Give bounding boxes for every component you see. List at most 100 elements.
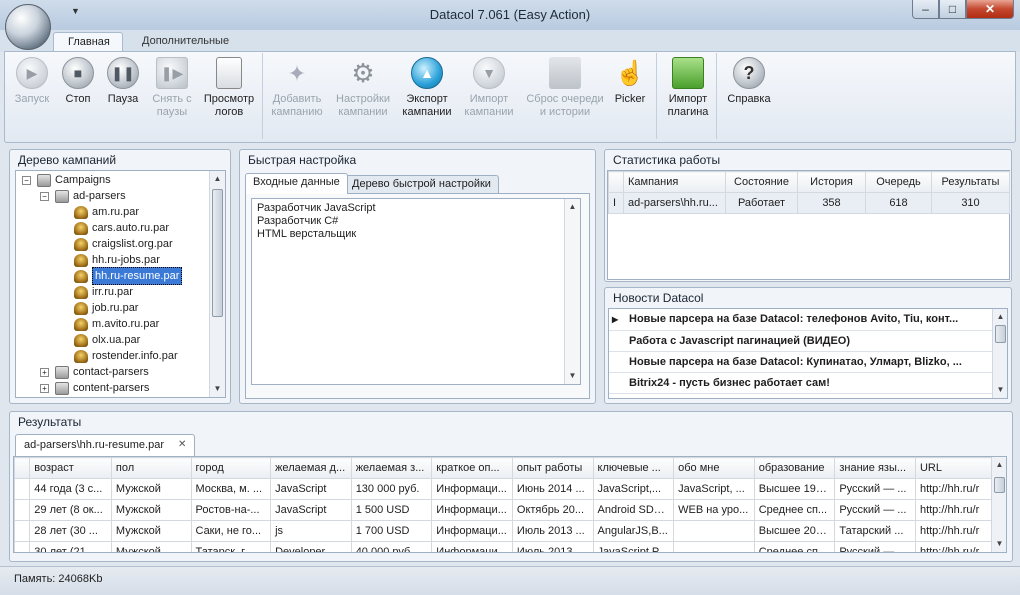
close-button[interactable]: ✕: [966, 0, 1014, 19]
parser-icon: [74, 269, 88, 283]
table-row[interactable]: 28 лет (30 ... Мужской Саки, не го... js 1 7…: [14, 520, 1006, 542]
col-header[interactable]: знание язы...: [834, 457, 916, 479]
folder-icon: [55, 381, 69, 395]
scroll-down-icon[interactable]: ▼: [565, 368, 580, 383]
stats-grid[interactable]: Кампания Состояние История Очередь Резул…: [607, 170, 1010, 280]
scroll-thumb[interactable]: [212, 189, 223, 317]
tab-additional[interactable]: Дополнительные: [128, 32, 243, 52]
start-button[interactable]: ▶ Запуск: [9, 57, 55, 106]
parser-icon: [74, 333, 88, 347]
status-bar: Память: 24068Kb: [0, 566, 1020, 595]
export-campaign-button[interactable]: ▲ Экспорт кампании: [400, 57, 454, 119]
tree-node-root[interactable]: − Campaigns: [22, 172, 111, 188]
import-campaign-button[interactable]: ▼ Импорт кампании: [460, 57, 518, 119]
col-header[interactable]: ключевые ...: [592, 457, 675, 479]
collapse-icon[interactable]: −: [22, 175, 31, 185]
tree-item[interactable]: hh.ru-jobs.par: [74, 252, 160, 268]
tree-item[interactable]: rostender.info.par: [74, 348, 178, 364]
scroll-down-icon[interactable]: ▼: [993, 382, 1007, 397]
tab-quick-tree[interactable]: Дерево быстрой настройки: [344, 175, 499, 194]
results-grid[interactable]: возраст пол город желаемая д... желаемая…: [13, 456, 1007, 553]
expand-icon[interactable]: +: [40, 367, 49, 377]
col-header[interactable]: обо мне: [673, 457, 755, 479]
scroll-up-icon[interactable]: ▲: [992, 457, 1006, 472]
col-header[interactable]: опыт работы: [511, 457, 594, 479]
col-header[interactable]: образование: [753, 457, 836, 479]
news-item[interactable]: Bitrix24 - пусть бизнес работает сам!: [609, 372, 993, 394]
news-item[interactable]: ▶ Новые парсера на базе Datacol: телефоно…: [609, 309, 993, 331]
tree-node-content-parsers[interactable]: + content-parsers: [40, 380, 149, 396]
tree-item[interactable]: olx.ua.par: [74, 332, 140, 348]
picker-button[interactable]: ☝ Picker: [610, 57, 650, 106]
col-history[interactable]: История: [797, 171, 866, 193]
scroll-thumb[interactable]: [994, 477, 1005, 493]
news-item[interactable]: Работа с Javascript пагинацией (ВИДЕО): [609, 330, 993, 352]
close-tab-icon[interactable]: ✕: [178, 439, 186, 453]
col-campaign[interactable]: Кампания: [623, 171, 726, 193]
tree-item[interactable]: am.ru.par: [74, 204, 139, 220]
news-list[interactable]: ▶ Новые парсера на базе Datacol: телефоно…: [608, 308, 1008, 399]
add-campaign-button[interactable]: ✦ Добавить кампанию: [268, 57, 326, 119]
tab-input-data[interactable]: Входные данные: [245, 173, 348, 194]
col-header[interactable]: желаемая з...: [350, 457, 433, 479]
textarea-scrollbar[interactable]: ▲ ▼: [564, 199, 580, 384]
table-row[interactable]: I ad-parsers\hh.ru... Работает 358 618 3…: [608, 192, 1010, 214]
news-scrollbar[interactable]: ▲ ▼: [992, 309, 1007, 398]
scroll-down-icon[interactable]: ▼: [992, 536, 1006, 551]
table-row[interactable]: 30 лет (21 ... Мужской Татарск, г... Develo…: [14, 541, 1006, 552]
col-results[interactable]: Результаты: [931, 171, 1010, 193]
import-plugin-button[interactable]: Импорт плагина: [662, 57, 714, 119]
col-header[interactable]: краткое оп...: [431, 457, 513, 479]
tree-item-selected[interactable]: hh.ru-resume.par: [74, 267, 183, 285]
news-item[interactable]: Новые парсера на базе Datacol: Купинатао…: [609, 351, 993, 373]
tree-item[interactable]: m.avito.ru.par: [74, 316, 159, 332]
expand-icon[interactable]: +: [40, 383, 49, 393]
parser-icon: [74, 349, 88, 363]
campaign-tree-title: Дерево кампаний: [18, 153, 117, 167]
tree-item[interactable]: cars.auto.ru.par: [74, 220, 169, 236]
tree-item[interactable]: irr.ru.par: [74, 284, 133, 300]
scroll-down-icon[interactable]: ▼: [210, 381, 225, 396]
collapse-icon[interactable]: −: [40, 191, 49, 201]
campaign-settings-button[interactable]: ⚙ Настройки кампании: [332, 57, 394, 119]
folder-icon: [55, 365, 69, 379]
tree-item[interactable]: craigslist.org.par: [74, 236, 173, 252]
import-icon: ▼: [473, 57, 505, 89]
tab-main[interactable]: Главная: [53, 32, 123, 52]
results-scrollbar[interactable]: ▲ ▼: [991, 457, 1006, 552]
table-row[interactable]: 44 года (3 с... Мужской Москва, м. ... Java…: [14, 478, 1006, 500]
reset-queue-button[interactable]: Сброс очереди и истории: [522, 57, 608, 119]
view-logs-button[interactable]: Просмотр логов: [202, 57, 256, 119]
maximize-button[interactable]: □: [939, 0, 966, 19]
tree-item[interactable]: job.ru.par: [74, 300, 138, 316]
col-header[interactable]: желаемая д...: [270, 457, 352, 479]
scroll-up-icon[interactable]: ▲: [210, 171, 225, 186]
col-header[interactable]: возраст: [29, 457, 112, 479]
tree-node-ad-parsers[interactable]: − ad-parsers: [40, 188, 126, 204]
minimize-button[interactable]: –: [912, 0, 939, 19]
col-header[interactable]: пол: [110, 457, 192, 479]
window-title: Datacol 7.061 (Easy Action): [429, 7, 591, 22]
memory-status: Память: 24068Kb: [14, 573, 103, 585]
help-button[interactable]: ? Справка: [722, 57, 776, 106]
campaign-tree[interactable]: − Campaigns − ad-parsers am.ru.par cars.au…: [15, 170, 226, 398]
tree-scrollbar[interactable]: ▲ ▼: [209, 171, 225, 397]
col-header[interactable]: город: [190, 457, 272, 479]
scroll-up-icon[interactable]: ▲: [993, 309, 1007, 324]
input-data-textarea[interactable]: Разработчик JavaScript Разработчик C# HT…: [251, 198, 581, 385]
tree-node-contact-parsers[interactable]: + contact-parsers: [40, 364, 149, 380]
col-state[interactable]: Состояние: [725, 171, 798, 193]
parser-icon: [74, 253, 88, 267]
resume-button[interactable]: ❚▶ Снять с паузы: [148, 57, 196, 119]
pause-button[interactable]: ❚❚ Пауза: [103, 57, 143, 106]
help-icon: ?: [733, 57, 765, 89]
scroll-up-icon[interactable]: ▲: [565, 199, 580, 214]
row-indicator-header: [608, 171, 624, 193]
results-tab[interactable]: ad-parsers\hh.ru-resume.par ✕: [15, 434, 196, 457]
scroll-thumb[interactable]: [995, 325, 1006, 343]
stop-button[interactable]: ■ Стоп: [58, 57, 98, 106]
table-row[interactable]: 29 лет (8 ок... Мужской Ростов-на-... JavaS…: [14, 499, 1006, 521]
col-queue[interactable]: Очередь: [865, 171, 932, 193]
app-orb-icon[interactable]: [5, 4, 51, 50]
parser-icon: [74, 285, 88, 299]
